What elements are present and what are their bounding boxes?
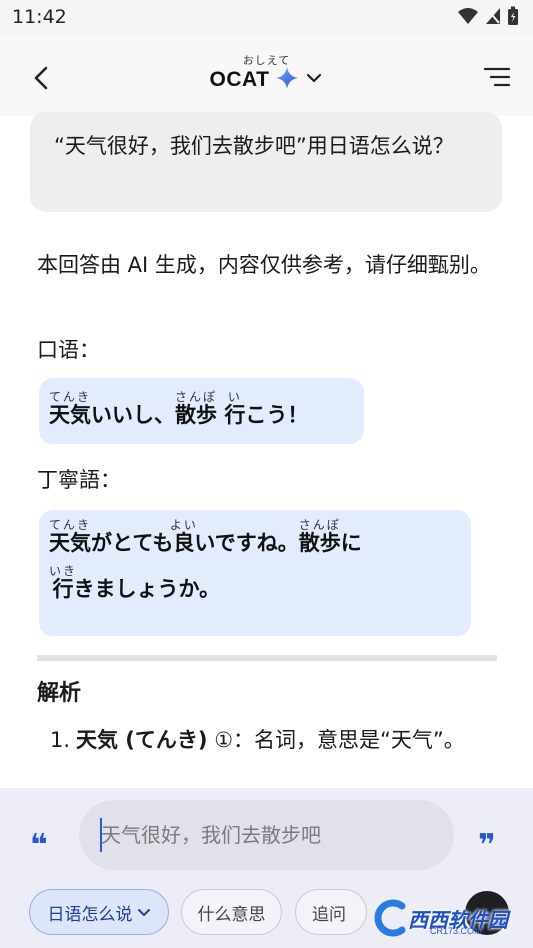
list-term: 天気 (てんき) bbox=[76, 728, 208, 752]
chevron-down-icon bbox=[305, 69, 323, 91]
watermark-logo: 西西软件园 CR173.COM bbox=[372, 896, 522, 940]
watermark-c-icon bbox=[374, 899, 406, 937]
ruby-word: 天気てんき bbox=[49, 390, 92, 427]
polite-japanese-box: 天気てんきがとても良よいいですね。散歩さんぽに 行いききましょうか。 bbox=[39, 510, 471, 636]
chip-label: 什么意思 bbox=[197, 904, 266, 925]
brand-ruby: おしえて bbox=[242, 54, 291, 67]
menu-icon bbox=[483, 67, 511, 87]
status-time: 11:42 bbox=[12, 6, 67, 28]
signal-icon bbox=[485, 7, 501, 29]
section-divider bbox=[37, 655, 497, 661]
brand-switcher[interactable]: おしえて OCAT bbox=[0, 52, 533, 94]
status-icons bbox=[457, 6, 519, 30]
ruby-word: 散歩さんぽ bbox=[175, 390, 218, 427]
chip-label: 追问 bbox=[312, 904, 346, 925]
oral-label: 口语： bbox=[37, 338, 100, 362]
message-input-pill[interactable] bbox=[79, 800, 454, 870]
chip-japanese-how[interactable]: 日语怎么说 bbox=[29, 889, 169, 935]
open-quote-icon: ❝ bbox=[30, 828, 48, 863]
ruby-word: 散歩さんぽ bbox=[298, 518, 341, 555]
chip-follow-up[interactable]: 追问 bbox=[295, 889, 367, 935]
polite-label: 丁寧語： bbox=[37, 468, 121, 492]
ruby-word: 行いき bbox=[49, 564, 78, 601]
ruby-word: 天気てんき bbox=[49, 518, 92, 555]
answer-intro: 本回答由 AI 生成，内容仅供参考，请仔细甄别。 bbox=[37, 253, 491, 277]
chip-what-meaning[interactable]: 什么意思 bbox=[181, 889, 282, 935]
list-description: ①：名词，意思是“天气”。 bbox=[207, 728, 465, 752]
oral-japanese-line: 天気てんきいいし、散歩さんぽ 行いこう！ bbox=[49, 390, 309, 427]
menu-button[interactable] bbox=[483, 66, 511, 88]
ruby-word: 行い bbox=[224, 390, 246, 427]
watermark-sub: CR173.COM bbox=[430, 926, 482, 936]
user-message-bubble: “天气很好，我们去散步吧”用日语怎么说？ bbox=[30, 112, 502, 212]
chip-label: 日语怎么说 bbox=[47, 904, 133, 925]
ruby-word: 良よい bbox=[169, 518, 198, 555]
message-input[interactable] bbox=[101, 815, 431, 855]
polite-japanese-line-1: 天気てんきがとても良よいいですね。散歩さんぽに bbox=[49, 518, 362, 555]
analysis-list-item: 1. 天気 (てんき) ①：名词，意思是“天气”。 bbox=[50, 723, 470, 757]
polite-japanese-line-2: 行いききましょうか。 bbox=[49, 564, 221, 601]
close-quote-icon: ❞ bbox=[478, 828, 496, 863]
sparkle-icon bbox=[275, 66, 299, 94]
oral-japanese-box: 天気てんきいいし、散歩さんぽ 行いこう！ bbox=[39, 378, 364, 444]
app-header: おしえて OCAT bbox=[0, 36, 533, 116]
list-number: 1. bbox=[50, 728, 71, 752]
analysis-title: 解析 bbox=[37, 681, 82, 706]
wifi-icon bbox=[457, 7, 479, 29]
chevron-down-icon bbox=[137, 909, 150, 917]
battery-icon bbox=[507, 6, 519, 30]
status-bar: 11:42 bbox=[0, 0, 533, 36]
brand-name: OCAT bbox=[209, 68, 270, 91]
